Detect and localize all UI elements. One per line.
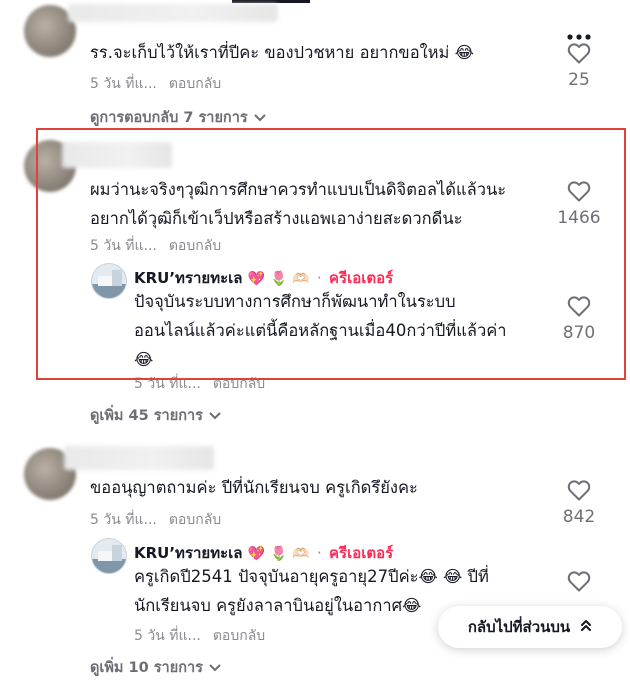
like-button[interactable] [549,570,609,592]
like-button[interactable]: 842 [549,479,609,527]
username-blurred[interactable] [64,446,214,470]
back-to-top-button[interactable]: กลับไปที่ส่วนบน [438,606,622,648]
comment-time: 5 วัน ที่แ... [90,512,157,528]
reply-button[interactable]: ตอบกลับ [213,628,265,644]
view-replies-link[interactable]: ดูการตอบกลับ 7 รายการ [90,106,266,129]
reply-button[interactable]: ตอบกลับ [169,512,221,528]
view-more-replies-link[interactable]: ดูเพิ่ม 10 รายการ [90,656,221,679]
creator-avatar[interactable] [91,538,127,574]
author-emojis: 💖 🌷 🫶🏻 [247,546,310,562]
reply-text: ครูเกิดปี2541 ปัจจุบันอายุครูอายุ27ปีค่ะ… [134,567,489,615]
heart-outline-icon[interactable] [567,479,591,501]
double-chevron-up-icon [580,618,592,636]
heart-outline-icon[interactable] [567,42,591,64]
comment-text: ขออนุญาตถามค่ะ ปีที่นักเรียนจบ ครูเกิดรึ… [90,478,418,497]
like-count: 25 [568,70,590,90]
comment-meta: 5 วัน ที่แ... ตอบกลับ [90,509,221,531]
reply-meta: 5 วัน ที่แ... ตอบกลับ [134,625,265,647]
chevron-down-icon [209,660,221,676]
creator-badge: ครีเอเตอร์ [329,544,394,562]
highlight-box [36,128,626,380]
reply-time: 5 วัน ที่แ... [134,628,201,644]
reply-button[interactable]: ตอบกลับ [169,76,221,92]
comment-text: รร.จะเก็บไว้ให้เราที่ปีคะ ของปวชหาย อยาก… [90,43,474,62]
like-count: 842 [562,507,596,527]
reply-author[interactable]: KRU’ทรายทะเล [134,544,242,562]
username-blurred[interactable] [68,4,278,22]
comment-meta: 5 วัน ที่แ... ตอบกลับ [90,73,221,95]
comment-time: 5 วัน ที่แ... [90,76,157,92]
chevron-down-icon [254,110,266,126]
view-more-replies-link[interactable]: ดูเพิ่ม 45 รายการ [90,404,221,427]
more-options-icon[interactable] [566,26,592,40]
like-button[interactable]: 25 [549,42,609,90]
tab-indicator [232,0,310,3]
heart-outline-icon[interactable] [567,570,591,592]
chevron-down-icon [209,408,221,424]
